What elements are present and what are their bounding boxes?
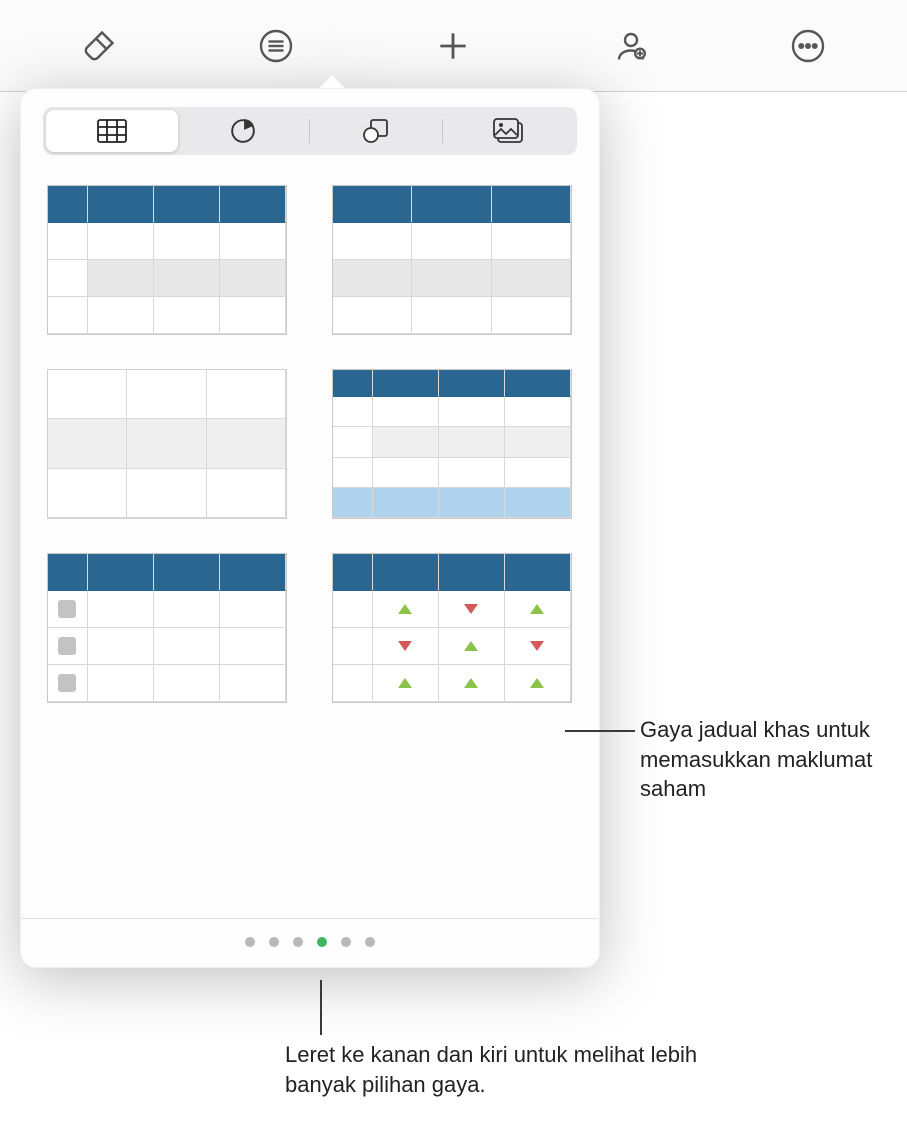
top-toolbar	[0, 0, 907, 92]
page-dot[interactable]	[341, 937, 351, 947]
page-dot[interactable]	[245, 937, 255, 947]
tab-charts[interactable]	[178, 110, 310, 152]
format-brush-button[interactable]	[69, 16, 129, 76]
checkbox-icon	[58, 637, 76, 655]
tab-tables[interactable]	[46, 110, 178, 152]
table-style-plain-grid[interactable]	[47, 369, 287, 519]
pie-chart-icon	[230, 118, 256, 144]
popover-body	[20, 88, 600, 968]
media-icon	[492, 118, 524, 144]
insert-popover	[20, 88, 600, 968]
checkbox-icon	[58, 600, 76, 618]
page-dot[interactable]	[317, 937, 327, 947]
table-style-header-accent-row[interactable]	[332, 369, 572, 519]
format-brush-icon	[81, 28, 117, 64]
callout-swipe-hint: Leret ke kanan dan kiri untuk melihat le…	[285, 1040, 715, 1099]
arrow-up-icon	[530, 678, 544, 688]
popover-arrow	[318, 75, 346, 89]
callout-leader-line	[565, 730, 635, 732]
arrow-up-icon	[464, 641, 478, 651]
page-dot[interactable]	[269, 937, 279, 947]
table-icon	[97, 119, 127, 143]
page-indicator[interactable]	[21, 918, 599, 947]
arrow-up-icon	[398, 604, 412, 614]
table-style-header-plain[interactable]	[332, 185, 572, 335]
more-button[interactable]	[778, 16, 838, 76]
collaborate-icon	[613, 28, 649, 64]
callout-leader-line	[320, 980, 322, 1035]
table-style-checklist[interactable]	[47, 553, 287, 703]
list-icon	[258, 28, 294, 64]
insert-category-tabs	[43, 107, 577, 155]
shapes-icon	[362, 118, 390, 144]
more-icon	[790, 28, 826, 64]
table-style-grid	[43, 185, 577, 703]
checkbox-icon	[58, 674, 76, 692]
arrow-up-icon	[398, 678, 412, 688]
callout-stock-style: Gaya jadual khas untuk memasukkan maklum…	[640, 715, 900, 804]
table-style-header-firstcol[interactable]	[47, 185, 287, 335]
page-dot[interactable]	[365, 937, 375, 947]
list-button[interactable]	[246, 16, 306, 76]
tab-media[interactable]	[443, 110, 575, 152]
arrow-down-icon	[530, 641, 544, 651]
arrow-down-icon	[464, 604, 478, 614]
arrow-down-icon	[398, 641, 412, 651]
collaborate-button[interactable]	[601, 16, 661, 76]
add-icon	[434, 27, 472, 65]
arrow-up-icon	[464, 678, 478, 688]
table-style-stock[interactable]	[332, 553, 572, 703]
add-button[interactable]	[423, 16, 483, 76]
page-dot[interactable]	[293, 937, 303, 947]
arrow-up-icon	[530, 604, 544, 614]
tab-shapes[interactable]	[310, 110, 442, 152]
